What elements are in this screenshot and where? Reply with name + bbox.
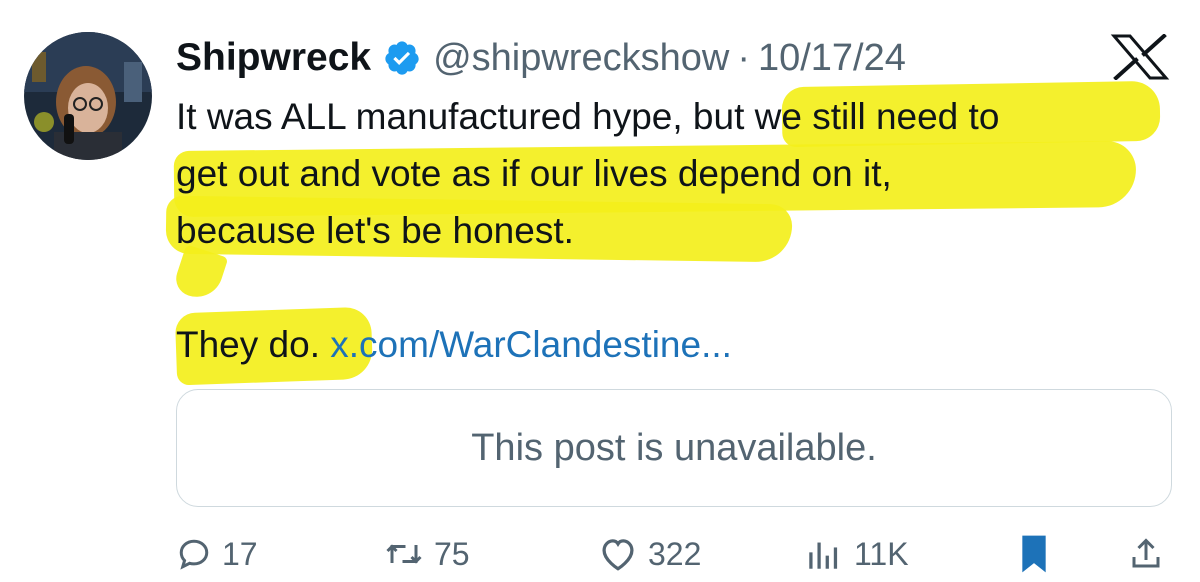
views-chart-icon xyxy=(809,542,838,569)
bookmark-button[interactable] xyxy=(1016,530,1062,578)
reply-button[interactable]: 17 xyxy=(176,530,258,578)
tweet-line: They do. x.com/WarClandestine... xyxy=(176,316,1176,373)
avatar[interactable] xyxy=(24,32,152,160)
verified-badge-icon xyxy=(383,39,421,77)
quoted-post-card[interactable]: This post is unavailable. xyxy=(176,389,1172,507)
view-count: 11K xyxy=(854,535,909,572)
tweet-text-segment: They do. xyxy=(176,324,331,365)
retweet-button[interactable]: 75 xyxy=(384,530,470,578)
action-bar: 17 75 322 11K xyxy=(0,530,1200,578)
bookmark-filled-icon xyxy=(1022,535,1046,573)
share-button[interactable] xyxy=(1128,530,1174,578)
views-button[interactable]: 11K xyxy=(804,530,909,578)
separator-dot: · xyxy=(737,36,750,79)
tweet-header: Shipwreck @shipwreckshow · 10/17/24 xyxy=(176,30,906,86)
tweet-text: It was ALL manufactured hype, but we sti… xyxy=(176,88,1176,373)
tweet-line: get out and vote as if our lives depend … xyxy=(176,153,892,194)
retweet-icon xyxy=(386,544,422,564)
highlighted-text-segment: but we still need to xyxy=(682,96,1000,137)
heart-icon xyxy=(602,539,634,571)
retweet-count: 75 xyxy=(434,535,470,572)
reply-icon xyxy=(179,539,209,570)
like-count: 322 xyxy=(648,535,702,572)
tweet-line: because let's be honest. xyxy=(176,210,574,251)
share-icon xyxy=(1132,538,1160,568)
tweet-card: Shipwreck @shipwreckshow · 10/17/24 It w… xyxy=(0,0,1200,582)
profile-photo-icon xyxy=(24,32,152,160)
unavailable-message: This post is unavailable. xyxy=(471,426,877,469)
x-logo-icon xyxy=(1110,33,1170,81)
like-button[interactable]: 322 xyxy=(598,530,701,578)
tweet-line: It was ALL manufactured hype, but we sti… xyxy=(176,88,1176,145)
author-name[interactable]: Shipwreck xyxy=(176,36,371,80)
post-date[interactable]: 10/17/24 xyxy=(758,37,906,80)
reply-count: 17 xyxy=(222,535,258,572)
author-handle[interactable]: @shipwreckshow xyxy=(433,37,729,80)
embedded-link[interactable]: x.com/WarClandestine... xyxy=(330,324,732,365)
tweet-text-segment: It was ALL manufactured hype, xyxy=(176,96,683,137)
